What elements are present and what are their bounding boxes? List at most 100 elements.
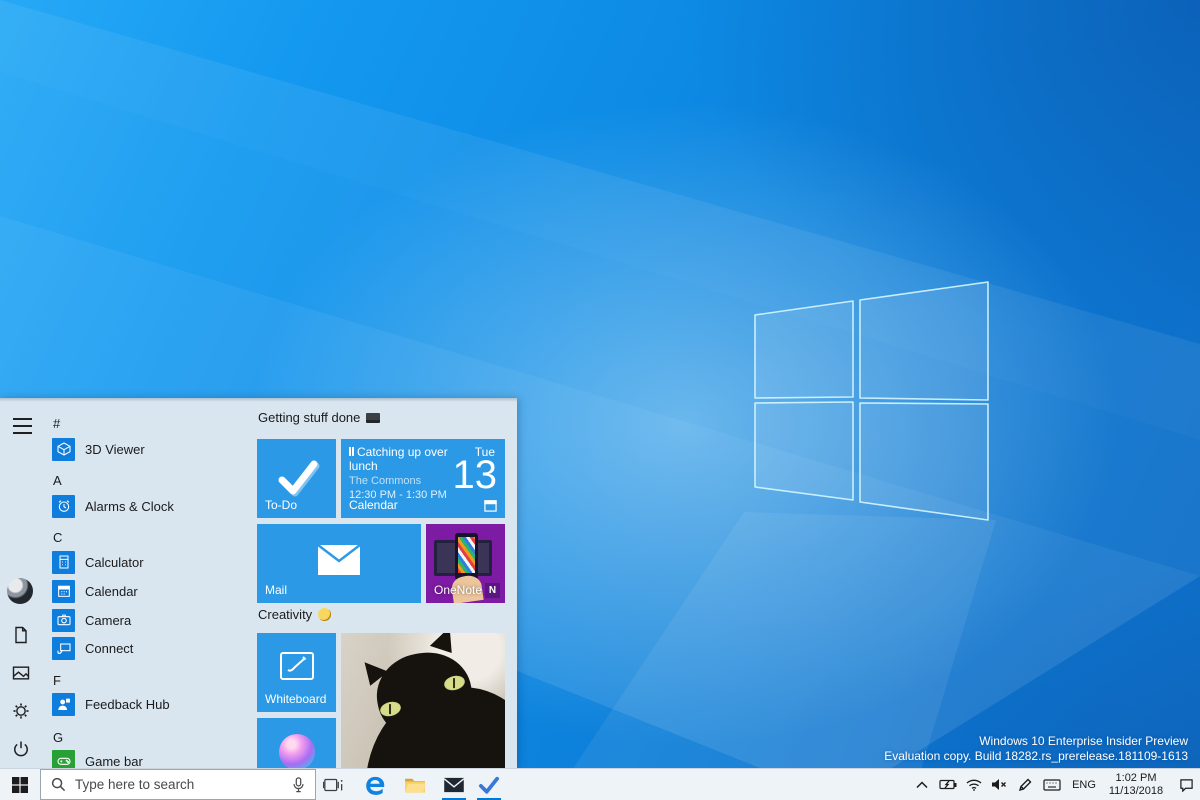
palette-emoji-icon (318, 608, 332, 621)
app-section-letter[interactable]: G (53, 730, 83, 746)
file-explorer-icon (405, 778, 426, 793)
todo-checkmark-icon (278, 460, 320, 497)
app-section-letter[interactable]: A (53, 473, 83, 489)
documents-button[interactable] (9, 623, 33, 647)
file-explorer-button[interactable] (402, 769, 428, 800)
colorful-orb-icon (279, 734, 315, 768)
battery-button[interactable] (936, 769, 960, 800)
app-label: Calculator (85, 554, 144, 570)
windows-logo (754, 281, 989, 521)
edge-icon (366, 776, 385, 795)
task-view-button[interactable] (320, 769, 346, 800)
tile-group-title[interactable]: Getting stuff done (258, 410, 381, 425)
taskbar: ENG 1:02 PM 11/13/2018 (0, 768, 1200, 800)
app-item-3d-viewer[interactable]: 3D Viewer (52, 437, 252, 461)
group-title-text: Creativity (258, 607, 313, 622)
evaluation-watermark: Windows 10 Enterprise Insider Preview Ev… (884, 734, 1188, 764)
3d-viewer-icon (52, 437, 75, 461)
app-section-letter[interactable]: C (53, 530, 83, 546)
group-title-text: Getting stuff done (258, 410, 361, 425)
calculator-icon (52, 550, 75, 574)
search-icon (51, 777, 66, 792)
watermark-line1: Windows 10 Enterprise Insider Preview (979, 734, 1188, 748)
battery-icon (939, 779, 957, 790)
camera-icon (52, 608, 75, 632)
tile-label: Calendar (349, 498, 398, 512)
app-item-connect[interactable]: Connect (52, 636, 252, 660)
hidden-icons-button[interactable] (910, 769, 934, 800)
mail-button[interactable] (441, 769, 467, 800)
tile-todo[interactable]: To-Do (257, 439, 336, 518)
calendar-event-title: Catching up over lunch (349, 445, 448, 473)
pictures-icon (12, 666, 30, 680)
action-center-icon (1179, 778, 1193, 792)
document-icon (15, 626, 27, 644)
pictures-button[interactable] (9, 661, 33, 685)
wifi-icon (966, 779, 982, 791)
power-button[interactable] (9, 737, 33, 761)
chevron-up-icon (916, 780, 928, 788)
app-item-alarms-clock[interactable]: Alarms & Clock (52, 494, 252, 518)
todo-button[interactable] (476, 769, 502, 800)
start-button[interactable] (0, 769, 40, 800)
pen-icon (1018, 778, 1032, 791)
app-item-calculator[interactable]: Calculator (52, 550, 252, 574)
game-bar-icon (52, 749, 75, 768)
power-icon (14, 741, 28, 757)
onenote-art-phone-screen (458, 537, 475, 573)
volume-muted-icon (992, 779, 1006, 790)
settings-button[interactable] (9, 699, 33, 723)
start-menu: # 3D Viewer A Alarms & Clock C Calculato… (0, 398, 517, 768)
app-label: 3D Viewer (85, 441, 145, 457)
tile-photos-cat[interactable] (341, 633, 505, 768)
taskbar-clock[interactable]: 1:02 PM 11/13/2018 (1103, 772, 1169, 798)
app-label: Connect (85, 640, 134, 656)
app-section-letter[interactable]: # (53, 416, 83, 432)
edge-browser-button[interactable] (362, 769, 388, 800)
task-view-icon (323, 778, 343, 791)
tile-colorful-orb[interactable] (257, 718, 336, 768)
app-label: Game bar (85, 753, 143, 769)
tile-label: OneNote (434, 583, 483, 597)
tile-label: Mail (265, 583, 288, 597)
app-label: Feedback Hub (85, 696, 170, 712)
taskbar-search[interactable] (40, 769, 316, 800)
language-indicator[interactable]: ENG (1068, 769, 1100, 800)
calendar-icon (52, 579, 75, 603)
mail-icon (443, 777, 465, 792)
app-item-feedback-hub[interactable]: Feedback Hub (52, 692, 252, 716)
tile-whiteboard[interactable]: Whiteboard (257, 633, 336, 712)
app-item-game-bar[interactable]: Game bar (52, 749, 252, 768)
keyboard-icon (1043, 778, 1061, 791)
calendar-event-location: The Commons (349, 475, 422, 487)
touch-keyboard-button[interactable] (1039, 769, 1065, 800)
tile-label: To-Do (265, 498, 298, 512)
tile-onenote[interactable]: OneNote N (426, 524, 505, 603)
tile-mail[interactable]: Mail (257, 524, 421, 603)
action-center-button[interactable] (1172, 769, 1200, 800)
app-label: Alarms & Clock (85, 498, 174, 514)
desktop: Windows 10 Enterprise Insider Preview Ev… (0, 0, 1200, 800)
gear-icon (13, 703, 29, 719)
volume-button[interactable] (987, 769, 1011, 800)
wifi-button[interactable] (962, 769, 986, 800)
search-input[interactable] (75, 777, 283, 792)
feedback-hub-icon (52, 692, 75, 716)
hamburger-menu-button[interactable] (10, 414, 34, 438)
tile-label: Whiteboard (265, 692, 327, 706)
user-avatar-button[interactable] (7, 578, 33, 604)
whiteboard-icon (280, 652, 314, 680)
microphone-icon[interactable] (292, 776, 305, 793)
tile-group-title[interactable]: Creativity (258, 607, 332, 622)
app-section-letter[interactable]: F (53, 673, 83, 689)
tile-calendar[interactable]: Catching up over lunch The Commons 12:30… (341, 439, 505, 518)
app-label: Calendar (85, 583, 138, 599)
onenote-logo-icon: N (485, 583, 500, 598)
app-item-calendar[interactable]: Calendar (52, 579, 252, 603)
alarms-clock-icon (52, 494, 75, 518)
pen-button[interactable] (1013, 769, 1037, 800)
mail-envelope-icon (317, 544, 361, 575)
cat-ear (429, 633, 459, 654)
app-item-camera[interactable]: Camera (52, 608, 252, 632)
app-label: Camera (85, 612, 132, 628)
